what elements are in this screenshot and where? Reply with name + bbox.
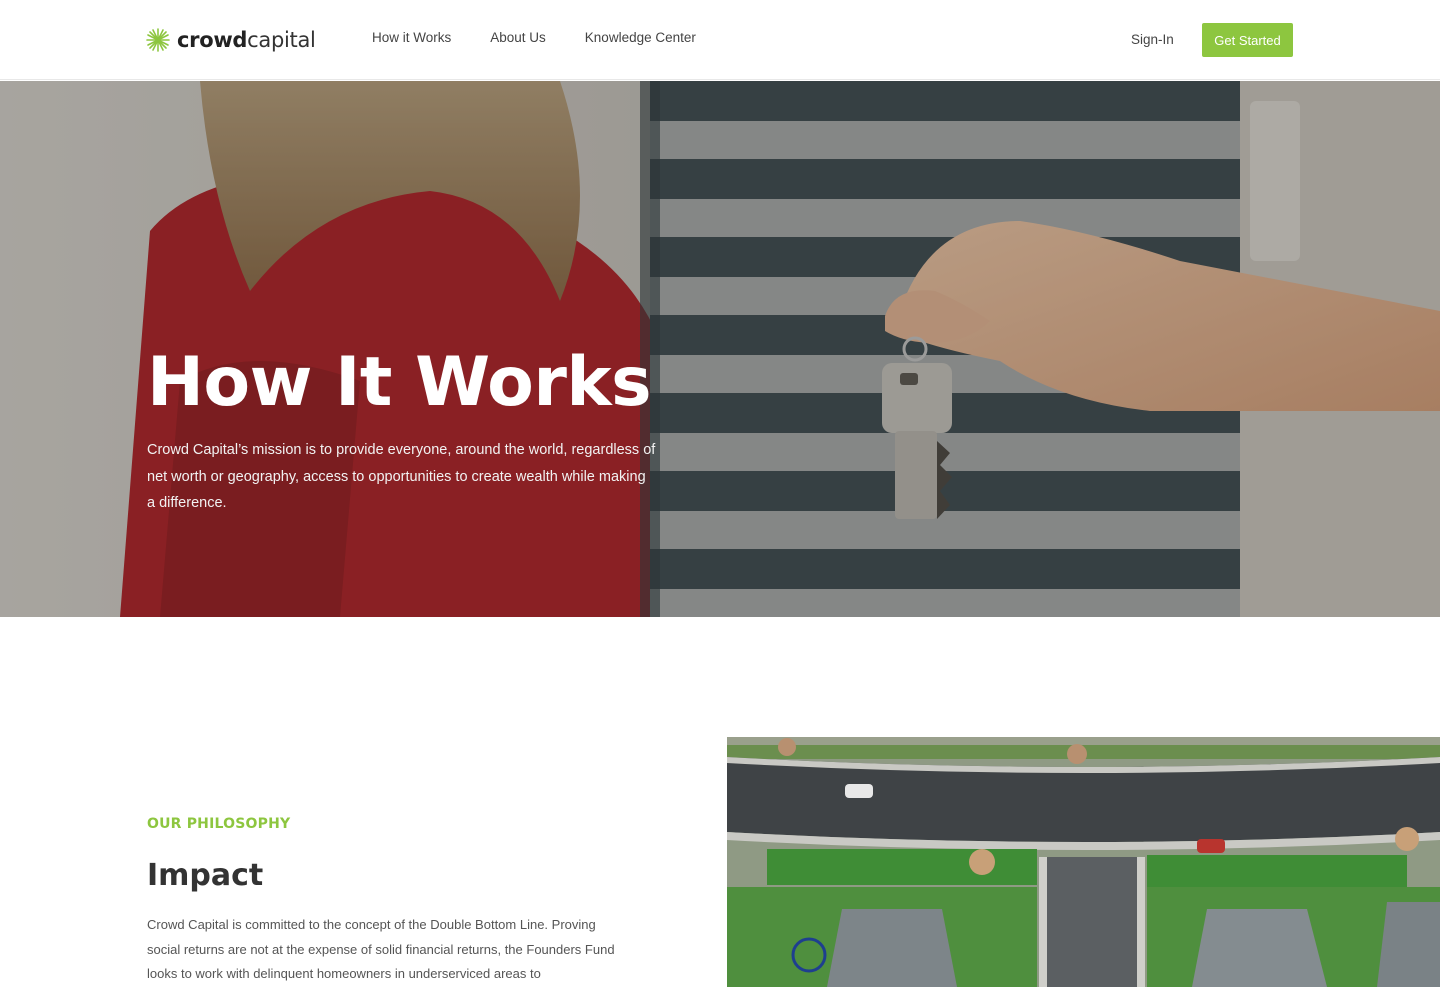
brand-name: crowdcapital xyxy=(177,28,316,52)
brand-logo[interactable]: crowdcapital xyxy=(145,22,316,58)
brand-name-bold: crowd xyxy=(177,28,248,52)
hero-description: Crowd Capital’s mission is to provide ev… xyxy=(147,442,656,511)
brand-name-light: capital xyxy=(247,28,316,52)
nav-link-knowledge-center[interactable]: Knowledge Center xyxy=(585,30,696,45)
get-started-button[interactable]: Get Started xyxy=(1202,23,1293,57)
section-title: Impact xyxy=(147,858,264,893)
nav-link-about-us[interactable]: About Us xyxy=(490,30,546,45)
section-eyebrow: OUR PHILOSOPHY xyxy=(147,816,291,832)
nav-link-how-it-works[interactable]: How it Works xyxy=(372,30,451,45)
starburst-logo-icon xyxy=(146,28,170,52)
section-body: Crowd Capital is committed to the concep… xyxy=(147,917,615,982)
top-navbar: crowdcapital How it Works About Us Knowl… xyxy=(0,0,1440,80)
hero-section: How It Works Crowd Capital’s mission is … xyxy=(0,81,1440,617)
sign-in-link[interactable]: Sign-In xyxy=(1131,32,1174,47)
aerial-neighborhood-graphic xyxy=(727,737,1440,987)
aerial-neighborhood-photo xyxy=(727,737,1440,987)
main-nav: How it Works About Us Knowledge Center xyxy=(372,30,735,45)
hero-title: How It Works xyxy=(147,343,652,422)
